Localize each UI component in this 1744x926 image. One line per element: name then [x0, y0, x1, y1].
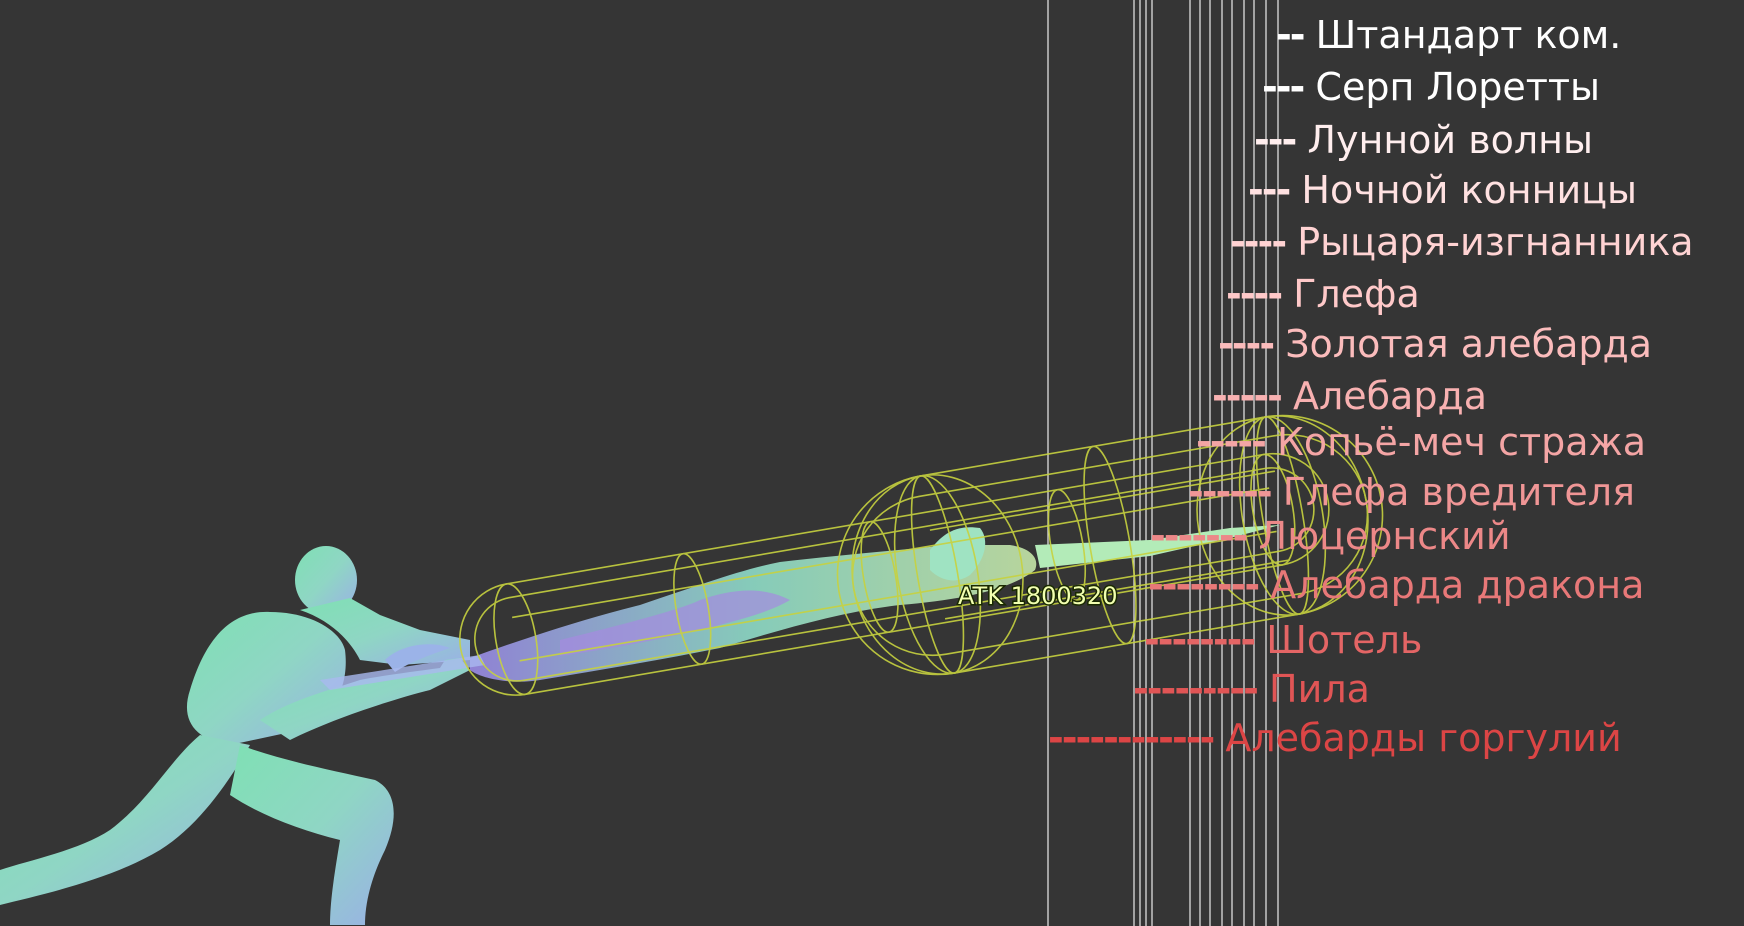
- weapon-name: Лунной волны: [1307, 118, 1593, 162]
- reach-marker: -----: [1212, 374, 1283, 418]
- weapon-name: Алебарда: [1292, 374, 1488, 418]
- legend-entry-15: ------------ Алебарды горгулий: [1048, 716, 1622, 760]
- legend-entry-12: -------- Алебарда дракона: [1148, 563, 1644, 607]
- weapon-name: Рыцаря-изгнанника: [1297, 220, 1694, 264]
- reach-marker: --------: [1148, 563, 1260, 607]
- reach-marker: ---------: [1133, 667, 1259, 711]
- reach-marker: ------: [1188, 470, 1273, 514]
- reach-marker: ---: [1248, 168, 1291, 212]
- weapon-name: Копьё-меч стража: [1276, 420, 1647, 464]
- weapon-name: Серп Лоретты: [1315, 65, 1600, 109]
- weapon-name: Ночной конницы: [1301, 168, 1638, 212]
- weapon-name: Глефа вредителя: [1282, 470, 1635, 514]
- reach-marker: --: [1276, 13, 1306, 57]
- weapon-name: Золотая алебарда: [1285, 322, 1653, 366]
- reach-marker: ---: [1254, 118, 1297, 162]
- weapon-name: Шотель: [1266, 618, 1423, 662]
- reach-marker: ---: [1262, 65, 1305, 109]
- legend-entry-3: --- Лунной волны: [1254, 118, 1593, 162]
- reach-marker: --------: [1144, 618, 1256, 662]
- character-model: [0, 546, 470, 925]
- legend-entry-7: ---- Золотая алебарда: [1218, 322, 1652, 366]
- weapon-name: Алебарда дракона: [1270, 563, 1645, 607]
- reach-marker: ------------: [1048, 716, 1215, 760]
- reach-marker: -------: [1150, 514, 1248, 558]
- reach-marker: ----: [1230, 220, 1287, 264]
- reach-marker: -----: [1196, 420, 1267, 464]
- legend-entry-10: ------ Глефа вредителя: [1188, 470, 1635, 514]
- legend-entry-8: ----- Алебарда: [1212, 374, 1487, 418]
- legend-entry-1: -- Штандарт ком.: [1276, 13, 1621, 57]
- legend-entry-11: ------- Люцернский: [1150, 514, 1511, 558]
- legend-entry-14: --------- Пила: [1133, 667, 1370, 711]
- legend-entry-5: ---- Рыцаря-изгнанника: [1230, 220, 1694, 264]
- reach-marker: ----: [1218, 322, 1275, 366]
- weapon-name: Штандарт ком.: [1315, 13, 1622, 57]
- legend-entry-9: ----- Копьё-меч стража: [1196, 420, 1646, 464]
- weapon-name: Алебарды горгулий: [1225, 716, 1622, 760]
- weapon-name: Глефа: [1293, 272, 1420, 316]
- atk-value-label: ATK 1800320: [958, 582, 1117, 610]
- weapon-name: Пила: [1269, 667, 1370, 711]
- reach-marker: ----: [1226, 272, 1283, 316]
- legend-entry-13: -------- Шотель: [1144, 618, 1422, 662]
- legend-entry-6: ---- Глефа: [1226, 272, 1420, 316]
- weapon-name: Люцернский: [1258, 514, 1511, 558]
- legend-entry-2: --- Серп Лоретты: [1262, 65, 1600, 109]
- legend-entry-4: --- Ночной конницы: [1248, 168, 1637, 212]
